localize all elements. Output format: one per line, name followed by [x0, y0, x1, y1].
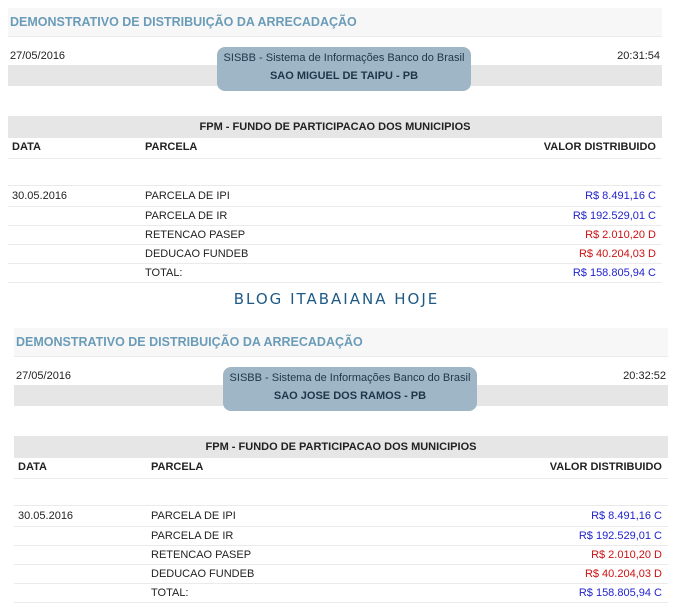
column-parcela: PARCELA	[151, 461, 204, 473]
system-name: SISBB - Sistema de Informações Banco do …	[229, 372, 471, 384]
report-time: 20:31:54	[617, 50, 660, 62]
municipality-name: SAO MIGUEL DE TAIPU - PB	[269, 70, 419, 82]
table-body: 30.05.2016 PARCELA DE IPI R$ 8.491,16 C …	[8, 186, 662, 283]
row-valor: R$ 40.204,03 D	[584, 568, 662, 580]
row-valor: R$ 158.805,94 C	[572, 267, 656, 279]
table-row: RETENCAO PASEP R$ 2.010,20 D	[8, 226, 662, 245]
table-body: 30.05.2016 PARCELA DE IPI R$ 8.491,16 C …	[14, 506, 668, 603]
system-name: SISBB - Sistema de Informações Banco do …	[223, 52, 465, 64]
row-date: 30.05.2016	[18, 510, 74, 522]
column-data: DATA	[12, 141, 41, 153]
row-parcela: PARCELA DE IR	[145, 210, 228, 222]
row-parcela: TOTAL:	[145, 267, 183, 279]
row-valor: R$ 192.529,01 C	[572, 210, 656, 222]
report-title: DEMONSTRATIVO DE DISTRIBUIÇÃO DA ARRECAD…	[14, 328, 668, 357]
row-parcela: TOTAL:	[151, 587, 189, 599]
table-row: DEDUCAO FUNDEB R$ 40.204,03 D	[14, 565, 668, 584]
table-row: 30.05.2016 PARCELA DE IPI R$ 8.491,16 C	[8, 186, 662, 207]
report-title: DEMONSTRATIVO DE DISTRIBUIÇÃO DA ARRECAD…	[8, 8, 662, 37]
municipality-name: SAO JOSE DOS RAMOS - PB	[273, 390, 427, 402]
table-row: 30.05.2016 PARCELA DE IPI R$ 8.491,16 C	[14, 506, 668, 527]
row-parcela: PARCELA DE IPI	[145, 190, 230, 202]
table-row: RETENCAO PASEP R$ 2.010,20 D	[14, 546, 668, 565]
report-header: 27/05/2016 20:31:54 SISBB - Sistema de I…	[8, 47, 662, 101]
report-date: 27/05/2016	[16, 370, 72, 382]
table-header: DATA PARCELA VALOR DISTRIBUIDO	[14, 458, 668, 478]
report-time: 20:32:52	[623, 370, 666, 382]
table-row-total: TOTAL: R$ 158.805,94 C	[8, 264, 662, 283]
table-row: DEDUCAO FUNDEB R$ 40.204,03 D	[8, 245, 662, 264]
report-sao-miguel: DEMONSTRATIVO DE DISTRIBUIÇÃO DA ARRECAD…	[8, 8, 662, 283]
column-parcela: PARCELA	[145, 141, 198, 153]
system-badge: SISBB - Sistema de Informações Banco do …	[223, 367, 477, 411]
column-valor: VALOR DISTRIBUIDO	[543, 141, 656, 153]
row-parcela: DEDUCAO FUNDEB	[145, 248, 249, 260]
row-valor: R$ 40.204,03 D	[578, 248, 656, 260]
report-header: 27/05/2016 20:32:52 SISBB - Sistema de I…	[14, 367, 668, 421]
row-parcela: DEDUCAO FUNDEB	[151, 568, 255, 580]
fund-title: FPM - FUNDO DE PARTICIPACAO DOS MUNICIPI…	[14, 436, 668, 458]
fund-title: FPM - FUNDO DE PARTICIPACAO DOS MUNICIPI…	[8, 116, 662, 138]
row-date: 30.05.2016	[12, 190, 68, 202]
row-valor: R$ 2.010,20 D	[585, 229, 656, 241]
row-valor: R$ 158.805,94 C	[578, 587, 662, 599]
table-header: DATA PARCELA VALOR DISTRIBUIDO	[8, 138, 662, 158]
report-date: 27/05/2016	[10, 50, 66, 62]
table-row-total: TOTAL: R$ 158.805,94 C	[14, 584, 668, 603]
row-parcela: PARCELA DE IR	[151, 530, 234, 542]
row-valor: R$ 8.491,16 C	[585, 190, 656, 202]
table-row: PARCELA DE IR R$ 192.529,01 C	[8, 207, 662, 226]
column-data: DATA	[18, 461, 47, 473]
report-sao-jose: DEMONSTRATIVO DE DISTRIBUIÇÃO DA ARRECAD…	[14, 328, 668, 603]
row-valor: R$ 8.491,16 C	[591, 510, 662, 522]
table-row: PARCELA DE IR R$ 192.529,01 C	[14, 527, 668, 546]
table-spacer	[8, 158, 662, 186]
system-badge: SISBB - Sistema de Informações Banco do …	[217, 47, 471, 91]
row-parcela: PARCELA DE IPI	[151, 510, 236, 522]
row-valor: R$ 2.010,20 D	[591, 549, 662, 561]
blog-title: BLOG ITABAIANA HOJE	[233, 290, 440, 308]
row-valor: R$ 192.529,01 C	[578, 530, 662, 542]
row-parcela: RETENCAO PASEP	[151, 549, 252, 561]
column-valor: VALOR DISTRIBUIDO	[549, 461, 662, 473]
row-parcela: RETENCAO PASEP	[145, 229, 246, 241]
table-spacer	[14, 478, 668, 506]
